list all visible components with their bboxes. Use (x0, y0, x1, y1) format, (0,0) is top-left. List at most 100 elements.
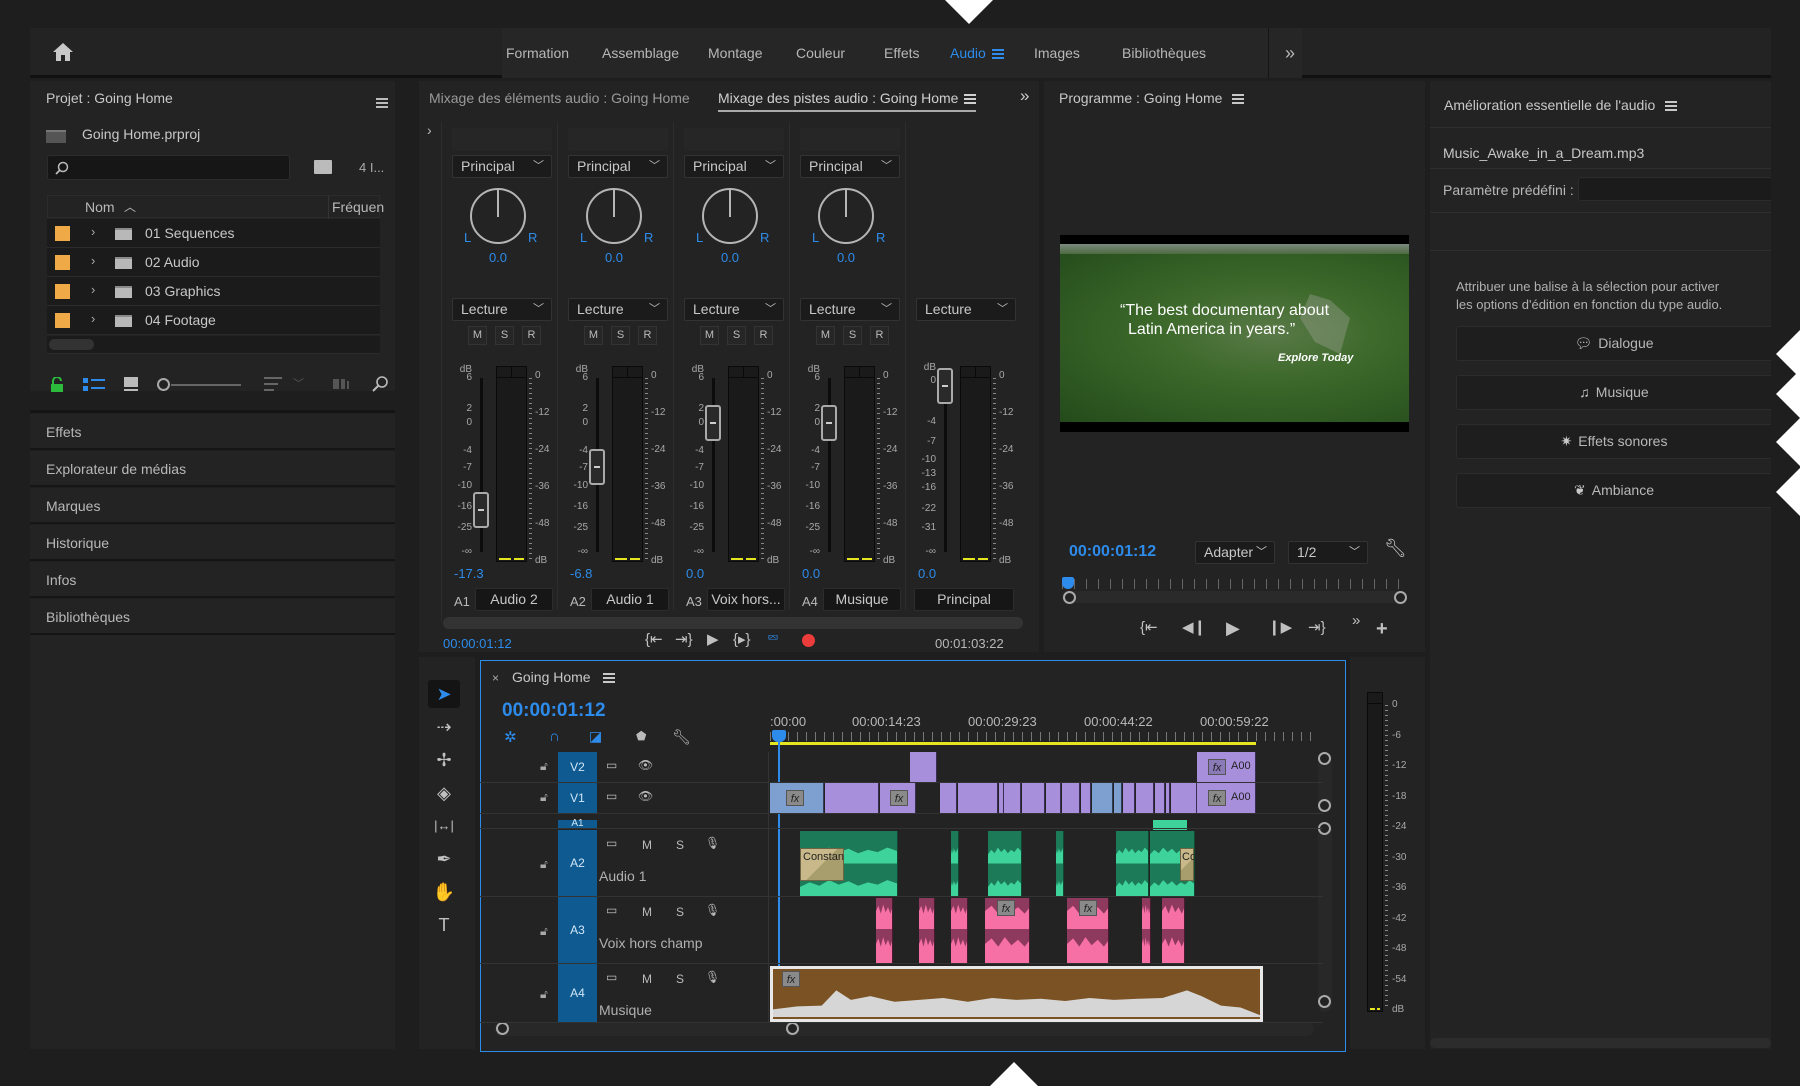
lock-open-icon[interactable] (50, 377, 64, 393)
master-track-name[interactable]: Principal (914, 588, 1014, 611)
clip-a3[interactable] (876, 898, 893, 963)
track-target-A3[interactable]: A3 (558, 897, 597, 963)
track-target-A4[interactable]: A4 (558, 964, 597, 1022)
clip-a2[interactable]: Co (1150, 831, 1195, 896)
volume-value[interactable]: -17.3 (454, 566, 484, 581)
clip-v1[interactable] (1123, 783, 1135, 813)
automation-mode-dropdown[interactable]: Lecture ﹀ (684, 298, 784, 321)
clip-v1[interactable] (1004, 783, 1021, 813)
mixer-overflow-button[interactable]: » (1020, 86, 1029, 106)
workspace-tab-couleur[interactable]: Couleur (796, 28, 845, 78)
pan-value[interactable]: 0.0 (560, 250, 668, 265)
label-color-swatch[interactable] (55, 226, 70, 241)
clip-v1[interactable] (1114, 783, 1122, 813)
ripple-edit-tool-icon[interactable]: ✢ (428, 746, 460, 774)
timeline-title[interactable]: Going Home (512, 669, 615, 685)
sync-lock-icon[interactable]: ▭ (606, 758, 617, 772)
label-color-swatch[interactable] (55, 313, 70, 328)
selection-tool-icon[interactable]: ➤ (428, 680, 460, 708)
loop-icon[interactable]: ⮹ (767, 630, 779, 647)
sfx-button[interactable]: ✷ Effets sonores (1456, 424, 1771, 459)
pan-knob[interactable] (702, 188, 758, 244)
record-button[interactable] (802, 634, 815, 647)
hand-tool-icon[interactable]: ✋ (428, 878, 460, 906)
panel-tab-5[interactable]: Bibliothèques (30, 599, 395, 635)
tab-audio-track-mixer[interactable]: Mixage des pistes audio : Going Home (718, 90, 977, 112)
track-select-tool-icon[interactable]: ⇢ (428, 713, 460, 741)
expand-chevron-icon[interactable]: › (91, 311, 95, 326)
mixer-expand-chevron-icon[interactable]: › (427, 122, 432, 138)
pan-value[interactable]: 0.0 (676, 250, 784, 265)
input-dropdown[interactable] (452, 128, 552, 151)
timeline-settings-wrench-icon[interactable]: 🔧︎ (672, 728, 691, 746)
es-hscroll[interactable] (1430, 1038, 1771, 1048)
clip-v1[interactable] (1171, 783, 1197, 813)
pan-value[interactable]: 0.0 (792, 250, 900, 265)
expand-chevron-icon[interactable]: › (91, 253, 95, 268)
clip-v1[interactable]: fx (880, 783, 916, 813)
volume-fader-handle[interactable] (473, 491, 489, 528)
essential-sound-menu-icon[interactable] (1665, 101, 1678, 112)
panel-tab-2[interactable]: Marques (30, 488, 395, 524)
record-button[interactable]: R (870, 326, 889, 345)
sync-lock-icon[interactable]: ▭ (606, 970, 617, 984)
record-button[interactable]: R (638, 326, 657, 345)
solo-track-button[interactable]: S (676, 905, 684, 919)
hscroll-handle-right[interactable] (786, 1022, 799, 1035)
program-timecode[interactable]: 00:00:01:12 (1069, 543, 1156, 561)
mixer-timecode[interactable]: 00:00:01:12 (443, 636, 512, 651)
menu-icon[interactable] (991, 49, 1004, 60)
timeline-menu-icon[interactable] (602, 673, 615, 684)
play-icon[interactable]: ▶ (1226, 618, 1240, 639)
track-target-A2[interactable]: A2 (558, 830, 597, 896)
ambience-button[interactable]: ❦ Ambiance (1456, 473, 1771, 508)
panel-tab-4[interactable]: Infos (30, 562, 395, 598)
solo-button[interactable]: S (495, 326, 514, 345)
automation-mode-dropdown[interactable]: Lecture ﹀ (800, 298, 900, 321)
clip-v1-end[interactable]: fx A00 (1197, 783, 1256, 813)
panel-tab-1[interactable]: Explorateur de médias (30, 451, 395, 487)
clip-a3[interactable] (951, 898, 968, 963)
mute-track-button[interactable]: M (642, 838, 652, 852)
solo-button[interactable]: S (727, 326, 746, 345)
type-tool-icon[interactable]: T (428, 911, 460, 939)
vscroll-handle-bottom[interactable] (1318, 995, 1331, 1008)
step-back-icon[interactable]: ◀❙ (1182, 618, 1206, 636)
clip-a2[interactable] (988, 831, 1022, 896)
record-button[interactable]: R (522, 326, 541, 345)
go-to-in-icon[interactable]: {⇤ (645, 630, 663, 648)
project-hscroll-thumb[interactable] (49, 339, 94, 350)
go-to-out-icon[interactable]: ⇥} (675, 630, 693, 648)
settings-wrench-icon[interactable]: 🔧︎ (1384, 538, 1407, 559)
clip-v1[interactable] (940, 783, 957, 813)
solo-track-button[interactable]: S (676, 838, 684, 852)
play-icon[interactable]: ▶ (707, 630, 719, 648)
sync-lock-icon[interactable]: ▭ (606, 903, 617, 917)
eye-icon[interactable]: 👁︎ (638, 789, 653, 803)
clip-v1[interactable] (1046, 783, 1061, 813)
project-search-input[interactable] (47, 155, 290, 180)
clip-v1[interactable] (1136, 783, 1154, 813)
label-color-swatch[interactable] (55, 284, 70, 299)
track-name[interactable]: Musique (823, 588, 901, 611)
automation-mode-dropdown[interactable]: Lecture ﹀ (452, 298, 552, 321)
pen-tool-icon[interactable]: ✒ (428, 845, 460, 873)
workspace-overflow-button[interactable]: » (1285, 28, 1295, 78)
project-menu-icon[interactable] (376, 98, 388, 109)
workspace-tab-effets[interactable]: Effets (884, 28, 920, 78)
volume-fader-handle[interactable] (705, 405, 721, 442)
step-forward-icon[interactable]: ❙▶ (1268, 618, 1292, 636)
razor-tool-icon[interactable]: ◈ (428, 779, 460, 807)
go-to-out-icon[interactable]: ⇥} (1308, 618, 1326, 636)
track-lock-icon[interactable]: 🔓︎ (540, 759, 548, 774)
dialogue-button[interactable]: 💬︎ Dialogue (1456, 326, 1771, 361)
clip-v2[interactable] (910, 752, 937, 782)
voiceover-mic-icon[interactable]: 🎙︎ (705, 836, 720, 850)
master-volume-value[interactable]: 0.0 (918, 566, 936, 581)
workspace-tab-audio[interactable]: Audio (950, 28, 1004, 78)
project-bin-row[interactable]: › 01 Sequences (47, 219, 380, 248)
clip-a3[interactable] (919, 898, 935, 963)
workspace-tab-images[interactable]: Images (1034, 28, 1080, 78)
project-bin-row[interactable]: › 04 Footage (47, 306, 380, 335)
solo-button[interactable]: S (843, 326, 862, 345)
